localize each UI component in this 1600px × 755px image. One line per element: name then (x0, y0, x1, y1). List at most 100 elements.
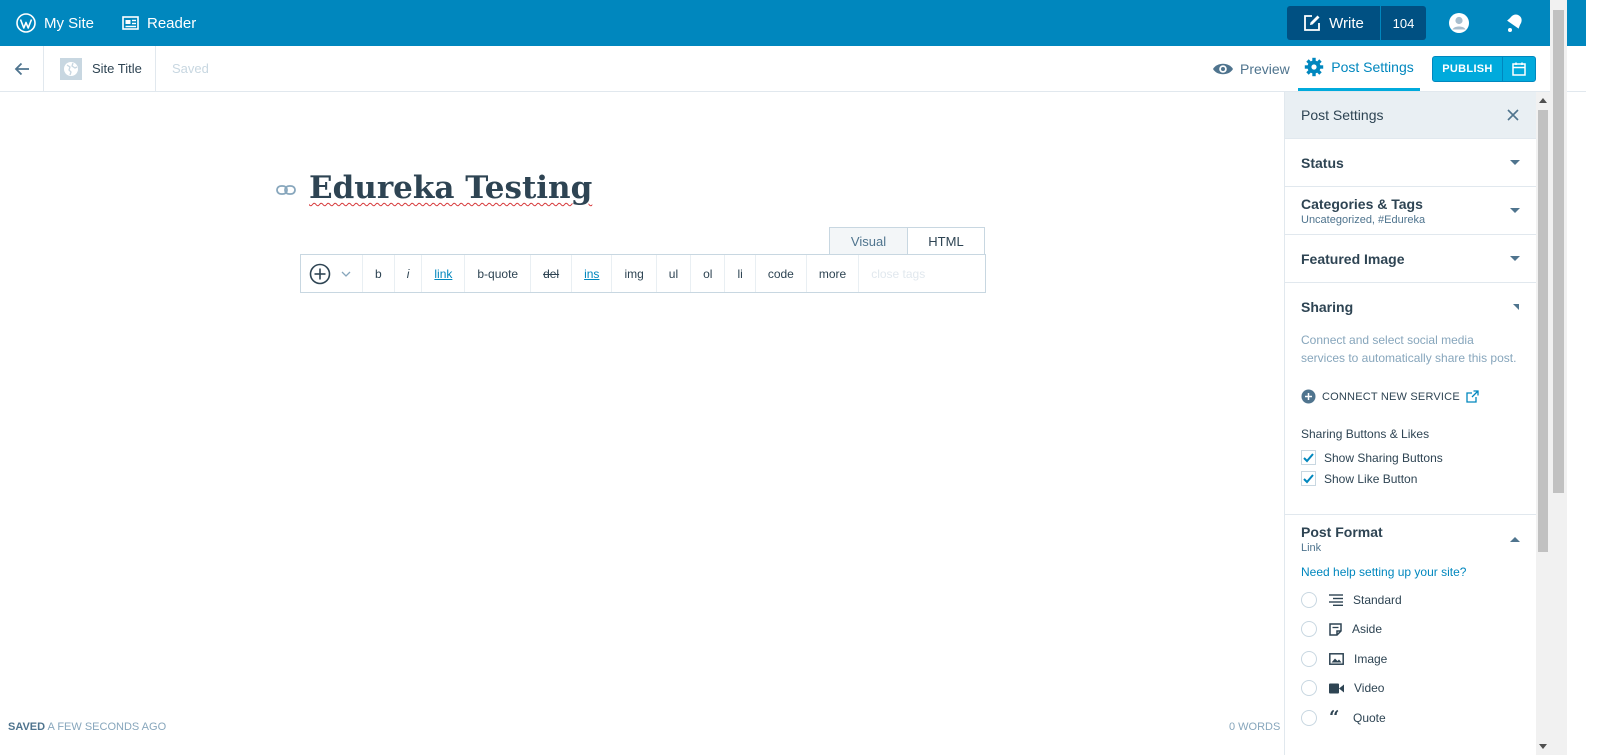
blockquote-button[interactable]: b-quote (465, 255, 532, 292)
autosave-label: SAVED (8, 721, 46, 733)
show-like-label: Show Like Button (1324, 471, 1418, 486)
show-like-button-row[interactable]: Show Like Button (1301, 471, 1520, 486)
post-title-input[interactable]: Edureka Testing (309, 170, 592, 206)
link-button[interactable]: link (422, 255, 466, 292)
featured-image-label: Featured Image (1301, 250, 1405, 267)
editor-header: Site Title Saved Preview Post Settings P… (0, 46, 1586, 92)
preview-label: Preview (1240, 60, 1290, 77)
wordpress-logo-icon (16, 13, 36, 33)
status-section[interactable]: Status (1285, 139, 1536, 187)
reader-button[interactable]: Reader (122, 0, 196, 46)
connect-new-service-button[interactable]: CONNECT NEW SERVICE (1301, 389, 1520, 404)
plus-circle-icon (1301, 389, 1316, 404)
caret-down-icon (1510, 208, 1520, 213)
avatar[interactable] (1448, 12, 1470, 34)
editor-mode-tabs: Visual HTML (829, 227, 985, 255)
italic-button[interactable]: i (395, 255, 423, 292)
tab-html[interactable]: HTML (907, 227, 985, 255)
format-standard-radio[interactable] (1301, 591, 1317, 608)
reader-label: Reader (147, 14, 197, 32)
show-sharing-checkbox[interactable] (1301, 450, 1316, 465)
masterbar: My Site Reader Write 104 (0, 0, 1586, 46)
image-format-icon (1329, 652, 1344, 665)
sidebar-scroll-thumb[interactable] (1538, 110, 1548, 552)
format-video-label: Video (1354, 681, 1385, 696)
format-video-radio[interactable] (1301, 680, 1317, 697)
scroll-up-arrow-icon[interactable] (1539, 98, 1547, 103)
close-icon[interactable] (1506, 108, 1520, 122)
format-image-radio[interactable] (1301, 650, 1317, 667)
publish-button[interactable]: PUBLISH (1433, 57, 1503, 81)
more-button[interactable]: more (807, 255, 860, 292)
write-button-group: Write 104 (1287, 6, 1426, 40)
show-like-checkbox[interactable] (1301, 471, 1316, 486)
aside-format-icon (1329, 623, 1342, 636)
arrow-left-icon (13, 61, 31, 77)
help-setup-link[interactable]: Need help setting up your site? (1301, 565, 1520, 579)
write-button[interactable]: Write (1287, 6, 1381, 40)
format-image-option[interactable]: Image (1301, 644, 1520, 674)
tab-visual[interactable]: Visual (829, 227, 907, 255)
sharing-buttons-heading: Sharing Buttons & Likes (1301, 427, 1430, 441)
reader-icon (122, 16, 139, 30)
sharing-label: Sharing (1301, 299, 1354, 315)
word-count: 0 WORDS (1229, 721, 1281, 733)
sharing-description: Connect and select social media services… (1301, 333, 1517, 365)
format-video-option[interactable]: Video (1301, 674, 1520, 704)
post-settings-sidebar: Post Settings Status Categories & Tags U… (1284, 92, 1536, 755)
drafts-count-button[interactable]: 104 (1381, 6, 1426, 40)
write-label: Write (1329, 14, 1364, 32)
schedule-button[interactable] (1503, 57, 1535, 81)
img-button[interactable]: img (612, 255, 657, 292)
publish-button-group: PUBLISH (1432, 56, 1536, 82)
scroll-down-arrow-icon[interactable] (1539, 744, 1547, 749)
code-button[interactable]: code (756, 255, 807, 292)
ol-button[interactable]: ol (691, 255, 726, 292)
post-settings-label: Post Settings (1331, 59, 1414, 75)
format-quote-radio[interactable] (1301, 709, 1317, 726)
format-standard-option[interactable]: Standard (1301, 585, 1520, 615)
page-scroll-thumb[interactable] (1553, 10, 1564, 493)
connect-new-service-label: CONNECT NEW SERVICE (1322, 390, 1460, 403)
format-quote-label: Quote (1353, 710, 1386, 725)
my-site-button[interactable]: My Site (16, 0, 94, 46)
li-button[interactable]: li (725, 255, 756, 292)
sharing-section: Sharing Connect and select social media … (1285, 283, 1536, 515)
preview-button[interactable]: Preview (1212, 46, 1290, 91)
permalink-icon[interactable] (276, 183, 296, 197)
autosave-time: A FEW SECONDS AGO (47, 721, 167, 733)
status-label: Status (1301, 154, 1344, 171)
my-site-label: My Site (44, 14, 95, 32)
featured-image-section[interactable]: Featured Image (1285, 235, 1536, 283)
post-settings-tab[interactable]: Post Settings (1298, 46, 1420, 91)
post-format-value: Link (1301, 542, 1322, 554)
post-title-text: Edureka Testing (309, 170, 593, 206)
ins-button[interactable]: ins (572, 255, 613, 292)
format-quote-option[interactable]: “ Quote (1301, 703, 1520, 733)
format-aside-radio[interactable] (1301, 621, 1317, 638)
categories-tags-section[interactable]: Categories & Tags Uncategorized, #Edurek… (1285, 187, 1536, 235)
site-selector[interactable]: Site Title (44, 46, 156, 91)
close-tags-button[interactable]: close tags (859, 255, 937, 292)
categories-label: Categories & Tags (1301, 195, 1423, 212)
external-link-icon (1466, 390, 1479, 403)
html-toolbar: b i link b-quote del ins img ul ol li co… (300, 254, 986, 293)
sharing-header[interactable]: Sharing (1301, 283, 1520, 331)
post-format-header[interactable]: Post Format Link (1301, 515, 1520, 563)
insert-content-button[interactable] (301, 255, 363, 292)
sidebar-header: Post Settings (1285, 92, 1536, 139)
video-format-icon (1329, 683, 1344, 694)
categories-summary: Uncategorized, #Edureka (1301, 213, 1426, 226)
bold-button[interactable]: b (363, 255, 395, 292)
caret-up-icon (1510, 536, 1520, 542)
del-button[interactable]: del (531, 255, 573, 292)
format-aside-option[interactable]: Aside (1301, 615, 1520, 645)
page-scrollbar[interactable] (1550, 0, 1567, 755)
ul-button[interactable]: ul (657, 255, 692, 292)
notifications-bell-icon[interactable] (1503, 12, 1525, 34)
show-sharing-buttons-row[interactable]: Show Sharing Buttons (1301, 450, 1520, 465)
write-pencil-icon (1303, 14, 1321, 32)
saved-status: Saved (172, 61, 209, 76)
back-button[interactable] (0, 46, 44, 91)
sidebar-scrollbar[interactable] (1536, 92, 1550, 755)
